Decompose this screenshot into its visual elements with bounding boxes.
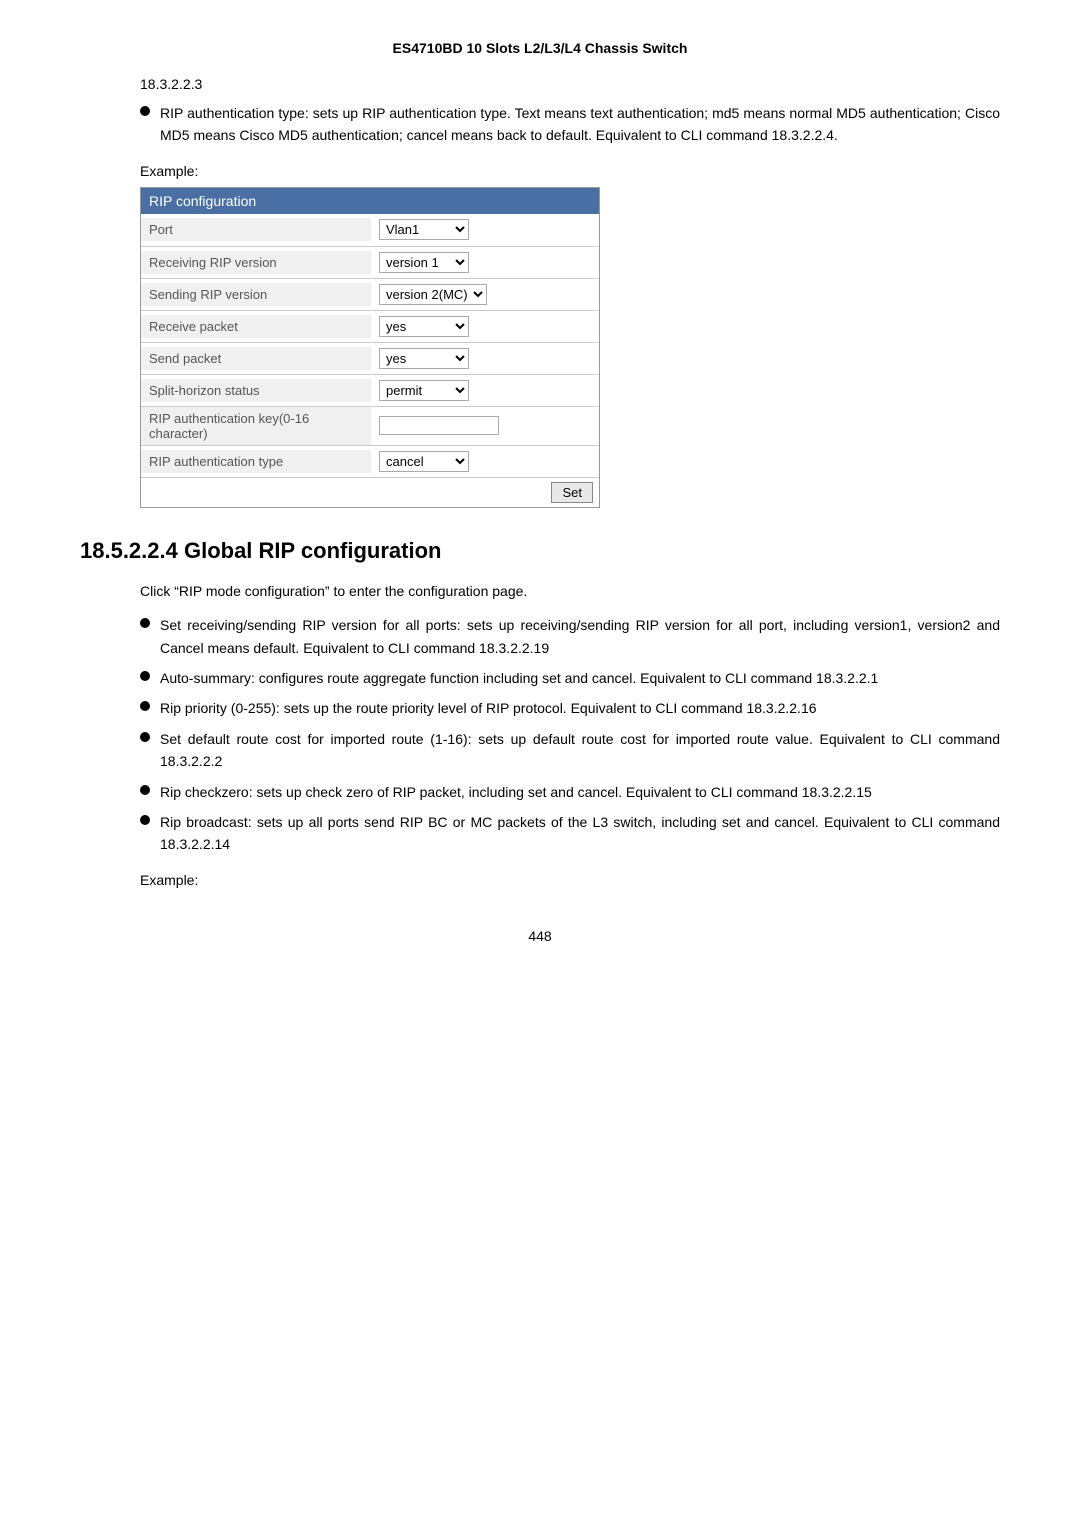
intro-bullet-list: RIP authentication type: sets up RIP aut… xyxy=(80,102,1000,147)
bullet-item-1: Auto-summary: configures route aggregate… xyxy=(80,667,1000,689)
rip-label-sending-version: Sending RIP version xyxy=(141,283,371,306)
split-horizon-select[interactable]: permit deny xyxy=(379,380,469,401)
rip-row-split-horizon: Split-horizon status permit deny xyxy=(141,374,599,406)
rip-label-send-packet: Send packet xyxy=(141,347,371,370)
bullet-text-2: Rip priority (0-255): sets up the route … xyxy=(160,697,1000,719)
rip-label-auth-type: RIP authentication type xyxy=(141,450,371,473)
rip-row-sending-version: Sending RIP version version 1 version 2(… xyxy=(141,278,599,310)
bullet-item-2: Rip priority (0-255): sets up the route … xyxy=(80,697,1000,719)
rip-row-port: Port Vlan1 xyxy=(141,214,599,246)
bullet-item-0: Set receiving/sending RIP version for al… xyxy=(80,614,1000,659)
rip-control-auth-key[interactable] xyxy=(371,412,599,439)
bullet-item-5: Rip broadcast: sets up all ports send RI… xyxy=(80,811,1000,856)
bullet-icon xyxy=(140,106,150,116)
bullet-item-4: Rip checkzero: sets up check zero of RIP… xyxy=(80,781,1000,803)
send-packet-select[interactable]: yes no xyxy=(379,348,469,369)
rip-label-port: Port xyxy=(141,218,371,241)
bullet-text-0: Set receiving/sending RIP version for al… xyxy=(160,614,1000,659)
bullet-text-3: Set default route cost for imported rout… xyxy=(160,728,1000,773)
rip-label-receiving-version: Receiving RIP version xyxy=(141,251,371,274)
main-bullet-list: Set receiving/sending RIP version for al… xyxy=(80,614,1000,856)
bullet-icon-3 xyxy=(140,732,150,742)
rip-control-receiving-version[interactable]: version 1 version 2 Cancel xyxy=(371,248,599,277)
rip-label-split-horizon: Split-horizon status xyxy=(141,379,371,402)
bullet-text-1: Auto-summary: configures route aggregate… xyxy=(160,667,1000,689)
rip-label-receive-packet: Receive packet xyxy=(141,315,371,338)
rip-control-send-packet[interactable]: yes no xyxy=(371,344,599,373)
example-label-1: Example: xyxy=(140,163,1000,179)
section-number-18322: 18.3.2.2.3 xyxy=(140,76,1000,92)
rip-control-sending-version[interactable]: version 1 version 2(MC) Cancel xyxy=(371,280,599,309)
bullet-item-3: Set default route cost for imported rout… xyxy=(80,728,1000,773)
bullet-text-4: Rip checkzero: sets up check zero of RIP… xyxy=(160,781,1000,803)
rip-row-auth-key: RIP authentication key(0-16 character) xyxy=(141,406,599,445)
rip-row-receive-packet: Receive packet yes no xyxy=(141,310,599,342)
page-header: ES4710BD 10 Slots L2/L3/L4 Chassis Switc… xyxy=(80,40,1000,56)
section-intro-text: Click “RIP mode configuration” to enter … xyxy=(140,580,1000,602)
sending-version-select[interactable]: version 1 version 2(MC) Cancel xyxy=(379,284,487,305)
example-label-2: Example: xyxy=(140,872,1000,888)
bullet-icon-5 xyxy=(140,815,150,825)
rip-row-auth-type: RIP authentication type cancel text md5 … xyxy=(141,445,599,477)
bullet-icon-2 xyxy=(140,701,150,711)
page-number: 448 xyxy=(80,928,1000,944)
auth-key-input[interactable] xyxy=(379,416,499,435)
rip-control-auth-type[interactable]: cancel text md5 Cisco MD5 xyxy=(371,447,599,476)
rip-control-port[interactable]: Vlan1 xyxy=(371,215,599,244)
rip-control-split-horizon[interactable]: permit deny xyxy=(371,376,599,405)
rip-label-auth-key: RIP authentication key(0-16 character) xyxy=(141,407,371,445)
intro-bullet-text: RIP authentication type: sets up RIP aut… xyxy=(160,102,1000,147)
bullet-text-5: Rip broadcast: sets up all ports send RI… xyxy=(160,811,1000,856)
bullet-icon-0 xyxy=(140,618,150,628)
rip-control-receive-packet[interactable]: yes no xyxy=(371,312,599,341)
port-select[interactable]: Vlan1 xyxy=(379,219,469,240)
rip-row-receiving-version: Receiving RIP version version 1 version … xyxy=(141,246,599,278)
receive-packet-select[interactable]: yes no xyxy=(379,316,469,337)
rip-config-table: RIP configuration Port Vlan1 Receiving R… xyxy=(140,187,600,508)
receiving-version-select[interactable]: version 1 version 2 Cancel xyxy=(379,252,469,273)
rip-table-body: Port Vlan1 Receiving RIP version version… xyxy=(141,214,599,507)
rip-set-row: Set xyxy=(141,477,599,507)
bullet-icon-4 xyxy=(140,785,150,795)
intro-bullet-item: RIP authentication type: sets up RIP aut… xyxy=(80,102,1000,147)
auth-type-select[interactable]: cancel text md5 Cisco MD5 xyxy=(379,451,469,472)
section-heading-18522: 18.5.2.2.4 Global RIP configuration xyxy=(80,538,1000,564)
rip-table-header: RIP configuration xyxy=(141,188,599,214)
bullet-icon-1 xyxy=(140,671,150,681)
rip-row-send-packet: Send packet yes no xyxy=(141,342,599,374)
set-button[interactable]: Set xyxy=(551,482,593,503)
